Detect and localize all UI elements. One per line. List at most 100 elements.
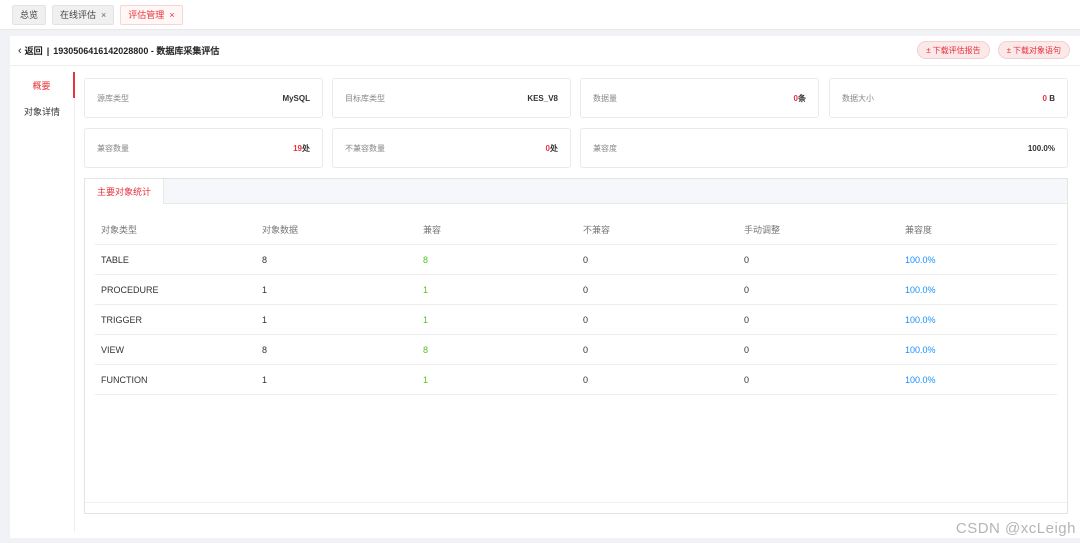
- stat-data-count: 数据量 0条: [580, 78, 819, 118]
- side-item-summary[interactable]: 概要: [10, 72, 75, 98]
- cell-object-count: 1: [262, 374, 268, 385]
- side-item-label: 概要: [32, 80, 51, 91]
- cell-manual-adjust: 0: [744, 254, 750, 265]
- stat-value: 0处: [546, 143, 558, 154]
- column-header: 手动调整: [744, 225, 781, 235]
- back-label: 返回: [24, 46, 43, 56]
- tab-assessment-management[interactable]: 评估管理 ×: [120, 4, 183, 25]
- cell-object-count: 1: [262, 284, 268, 295]
- column-header: 兼容度: [905, 225, 933, 235]
- side-item-object-details[interactable]: 对象详情: [10, 98, 74, 124]
- tab-label: 评估管理: [128, 10, 165, 20]
- stat-label: 兼容度: [593, 143, 617, 153]
- download-sql-label: 下载对象语句: [1013, 45, 1061, 55]
- stat-value: 0条: [794, 93, 806, 104]
- table-row: TABLE 8 8 0 0 100.0%: [95, 245, 1057, 275]
- stat-label: 兼容数量: [97, 143, 129, 153]
- tab-overview[interactable]: 总览: [12, 4, 47, 25]
- cell-compatible: 1: [423, 284, 429, 295]
- cell-compat-rate: 100.0%: [905, 314, 936, 325]
- side-item-label: 对象详情: [23, 106, 60, 117]
- table-row: TRIGGER 1 1 0 0 100.0%: [95, 305, 1057, 335]
- watermark: CSDN @xcLeigh: [955, 520, 1076, 537]
- cell-compatible: 8: [423, 344, 429, 355]
- object-stats-panel: 主要对象统计 对象类型 对象数据 兼容 不兼容 手动调整 兼容度 TABLE 8…: [84, 178, 1068, 514]
- object-stats-table: 对象类型 对象数据 兼容 不兼容 手动调整 兼容度 TABLE 8 8 0 0 …: [95, 215, 1057, 395]
- stat-value: MySQL: [282, 93, 310, 103]
- cell-object-type: PROCEDURE: [101, 284, 159, 295]
- page-header: ‹ 返回 | 1930506416142028800 - 数据库采集评估 ± 下…: [10, 36, 1080, 66]
- cell-compat-rate: 100.0%: [905, 284, 936, 295]
- tab-online-assessment[interactable]: 在线评估 ×: [52, 4, 115, 25]
- tab-label: 总览: [20, 10, 39, 20]
- stat-value: 19处: [293, 143, 310, 154]
- cell-object-type: TRIGGER: [101, 314, 143, 325]
- chevron-left-icon: ‹: [18, 44, 22, 57]
- download-report-button[interactable]: ± 下载评估报告: [917, 41, 990, 59]
- cell-manual-adjust: 0: [744, 374, 750, 385]
- table-row: FUNCTION 1 1 0 0 100.0%: [95, 365, 1057, 395]
- stat-value: 0 B: [1043, 94, 1055, 103]
- column-header: 不兼容: [583, 225, 611, 235]
- stat-unit: 处: [302, 143, 310, 153]
- stat-number: 0: [1042, 93, 1047, 103]
- stat-value: 100.0%: [1027, 143, 1055, 153]
- cell-incompatible: 0: [583, 284, 589, 295]
- download-icon: ±: [926, 45, 931, 55]
- stat-unit: 条: [798, 93, 806, 103]
- header-actions: ± 下载评估报告 ± 下载对象语句: [917, 41, 1070, 59]
- cell-manual-adjust: 0: [744, 314, 750, 325]
- stat-label: 数据大小: [842, 93, 874, 103]
- title-separator: |: [46, 45, 50, 56]
- stat-source-type: 源库类型 MySQL: [84, 78, 323, 118]
- cell-object-type: VIEW: [101, 344, 125, 355]
- cell-compatible: 8: [423, 254, 429, 265]
- column-header: 对象数据: [262, 225, 299, 235]
- cell-object-count: 8: [262, 344, 268, 355]
- download-icon: ±: [1006, 45, 1011, 55]
- tab-label: 在线评估: [60, 10, 97, 20]
- cell-manual-adjust: 0: [744, 284, 750, 295]
- panel-tab-bar: 主要对象统计: [85, 179, 1067, 204]
- cell-manual-adjust: 0: [744, 344, 750, 355]
- download-sql-button[interactable]: ± 下载对象语句: [997, 41, 1070, 59]
- cell-incompatible: 0: [583, 374, 589, 385]
- stat-number: 19: [293, 143, 302, 153]
- stat-unit: B: [1049, 93, 1055, 103]
- cell-compat-rate: 100.0%: [905, 374, 936, 385]
- table-row: PROCEDURE 1 1 0 0 100.0%: [95, 275, 1057, 305]
- stat-compatible-count: 兼容数量 19处: [84, 128, 323, 168]
- cell-incompatible: 0: [583, 344, 589, 355]
- cell-incompatible: 0: [583, 314, 589, 325]
- cell-object-type: FUNCTION: [101, 374, 148, 385]
- close-icon[interactable]: ×: [101, 10, 106, 20]
- cell-compatible: 1: [423, 374, 429, 385]
- tab-main-object-stats[interactable]: 主要对象统计: [85, 179, 165, 204]
- cell-object-count: 8: [262, 254, 268, 265]
- download-report-label: 下载评估报告: [932, 45, 981, 55]
- stat-value: KES_V8: [527, 93, 558, 103]
- tab-bar: 总览 在线评估 × 评估管理 ×: [0, 0, 1080, 30]
- cell-incompatible: 0: [583, 254, 589, 265]
- cell-compat-rate: 100.0%: [905, 254, 936, 265]
- table-row: VIEW 8 8 0 0 100.0%: [95, 335, 1057, 365]
- side-nav: 概要 对象详情: [10, 72, 75, 532]
- cell-object-type: TABLE: [101, 254, 129, 265]
- stat-data-size: 数据大小 0 B: [829, 78, 1068, 118]
- stat-label: 源库类型: [97, 93, 129, 103]
- page-title: 1930506416142028800 - 数据库采集评估: [53, 46, 220, 56]
- main-content: ‹ 返回 | 1930506416142028800 - 数据库采集评估 ± 下…: [10, 36, 1080, 538]
- stat-label: 数据量: [593, 93, 617, 103]
- stat-label: 不兼容数量: [345, 143, 385, 153]
- stat-compat-rate: 兼容度 100.0%: [580, 128, 1068, 168]
- stat-incompatible-count: 不兼容数量 0处: [332, 128, 571, 168]
- column-header: 兼容: [423, 225, 442, 235]
- cell-compat-rate: 100.0%: [905, 344, 936, 355]
- cell-object-count: 1: [262, 314, 268, 325]
- cell-compatible: 1: [423, 314, 429, 325]
- close-icon[interactable]: ×: [169, 10, 174, 20]
- panel-tab-label: 主要对象统计: [97, 187, 152, 197]
- stat-target-type: 目标库类型 KES_V8: [332, 78, 571, 118]
- back-link[interactable]: ‹ 返回 | 1930506416142028800 - 数据库采集评估: [18, 44, 219, 57]
- table-header-row: 对象类型 对象数据 兼容 不兼容 手动调整 兼容度: [95, 215, 1057, 245]
